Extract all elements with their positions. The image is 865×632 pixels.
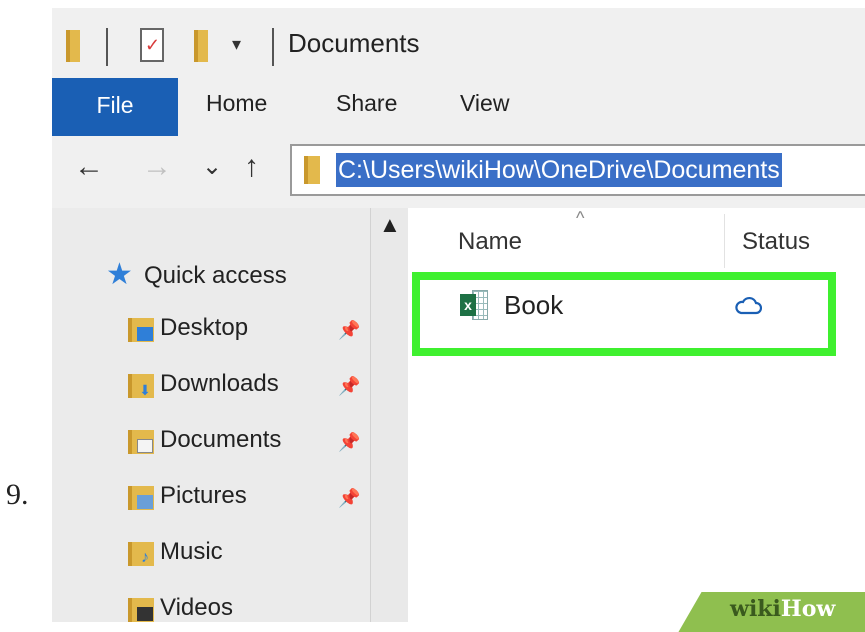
title-separator bbox=[272, 28, 274, 66]
nav-item-documents[interactable]: Documents bbox=[128, 424, 368, 464]
tab-view[interactable]: View bbox=[460, 90, 509, 117]
nav-item-label: Videos bbox=[160, 594, 233, 621]
tab-home[interactable]: Home bbox=[206, 90, 267, 117]
address-path[interactable]: C:\Users\wikiHow\OneDrive\Documents bbox=[336, 153, 782, 187]
pin-icon[interactable]: 📌 bbox=[338, 432, 360, 453]
nav-item-label: Music bbox=[160, 538, 223, 565]
nav-item-music[interactable]: ♪ Music bbox=[128, 536, 368, 576]
folder-icon[interactable] bbox=[66, 30, 80, 62]
nav-item-label: Pictures bbox=[160, 482, 247, 509]
nav-item-downloads[interactable]: ⬇ Downloads bbox=[128, 368, 368, 408]
nav-pane-scrollbar[interactable]: ▲ bbox=[370, 208, 410, 622]
navigation-pane: ★ Quick access Desktop 📌 ⬇ Downloads 📌 D… bbox=[52, 208, 370, 622]
column-divider[interactable] bbox=[724, 214, 725, 268]
pin-icon[interactable]: 📌 bbox=[338, 376, 360, 397]
column-header-status[interactable]: Status bbox=[742, 228, 810, 256]
nav-item-quick-access[interactable]: ★ Quick access bbox=[106, 260, 326, 300]
nav-item-desktop[interactable]: Desktop bbox=[128, 312, 368, 352]
navigation-bar: ← → ⌄ ↑ C:\Users\wikiHow\OneDrive\Docume… bbox=[52, 136, 865, 208]
file-row-book[interactable]: x Book bbox=[426, 284, 826, 344]
excel-file-icon: x bbox=[460, 290, 488, 320]
watermark-logo: wikiHow bbox=[730, 596, 836, 622]
customize-dropdown-icon[interactable]: ▾ bbox=[232, 34, 241, 55]
scroll-up-arrow-icon[interactable]: ▲ bbox=[379, 212, 401, 238]
videos-folder-icon bbox=[128, 598, 154, 622]
back-arrow-icon[interactable]: ← bbox=[74, 150, 104, 184]
pictures-folder-icon bbox=[128, 486, 154, 510]
properties-icon[interactable]: ✓ bbox=[140, 28, 164, 62]
up-arrow-icon[interactable]: ↑ bbox=[244, 150, 259, 184]
new-folder-icon[interactable] bbox=[194, 30, 208, 62]
nav-item-videos[interactable]: Videos bbox=[128, 592, 368, 622]
tab-share[interactable]: Share bbox=[336, 90, 397, 117]
pin-icon[interactable]: 📌 bbox=[338, 488, 360, 509]
recent-locations-dropdown-icon[interactable]: ⌄ bbox=[202, 150, 222, 184]
ribbon-tabs: File Home Share View bbox=[52, 78, 865, 137]
nav-item-label: Desktop bbox=[160, 314, 249, 341]
pin-icon[interactable]: 📌 bbox=[338, 320, 360, 341]
music-folder-icon: ♪ bbox=[128, 542, 154, 566]
nav-item-pictures[interactable]: Pictures bbox=[128, 480, 368, 520]
documents-folder-icon bbox=[128, 430, 154, 454]
file-list: ^ Name Status x Book bbox=[408, 208, 865, 622]
file-explorer-window: ✓ ▾ Documents File Home Share View ← → ⌄… bbox=[52, 8, 865, 622]
downloads-folder-icon: ⬇ bbox=[128, 374, 154, 398]
folder-icon bbox=[304, 156, 320, 184]
forward-arrow-icon[interactable]: → bbox=[142, 150, 172, 184]
step-number: 9. bbox=[6, 478, 29, 511]
tab-file[interactable]: File bbox=[52, 78, 178, 136]
address-bar[interactable]: C:\Users\wikiHow\OneDrive\Documents bbox=[290, 144, 865, 196]
column-header-name[interactable]: Name bbox=[458, 228, 522, 256]
desktop-folder-icon bbox=[128, 318, 154, 342]
cloud-icon bbox=[735, 296, 762, 315]
nav-item-label: Documents bbox=[160, 426, 282, 453]
sort-ascending-icon: ^ bbox=[576, 208, 585, 228]
star-icon: ★ bbox=[106, 258, 133, 291]
nav-item-label: Downloads bbox=[160, 370, 279, 397]
title-bar: ✓ ▾ Documents bbox=[52, 8, 865, 78]
toolbar-separator bbox=[106, 28, 108, 66]
check-icon: ✓ bbox=[145, 35, 161, 55]
window-title: Documents bbox=[288, 28, 420, 58]
nav-item-label: Quick access bbox=[144, 262, 287, 289]
file-name: Book bbox=[504, 290, 564, 320]
